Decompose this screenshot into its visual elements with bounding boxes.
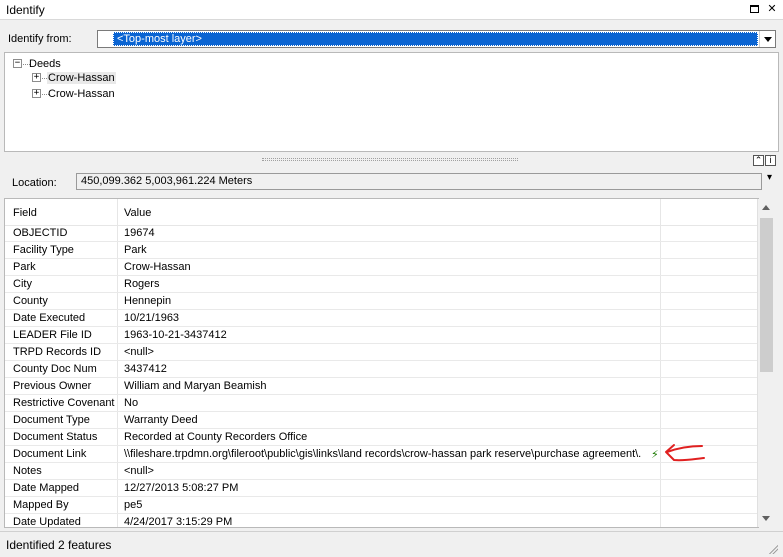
field-name: Notes bbox=[13, 465, 42, 477]
field-name: Date Mapped bbox=[13, 482, 80, 494]
field-name: TRPD Records ID bbox=[13, 346, 102, 358]
column-header-value[interactable]: Value bbox=[124, 207, 151, 219]
close-button[interactable]: ✕ bbox=[765, 3, 779, 16]
table-row[interactable]: Document Status Recorded at County Recor… bbox=[5, 429, 758, 446]
tree-label: Crow-Hassan bbox=[48, 88, 115, 100]
field-value: Crow-Hassan bbox=[124, 261, 191, 273]
document-link-value[interactable]: \\fileshare.trpdmn.org\fileroot\public\g… bbox=[124, 448, 641, 460]
table-row[interactable]: LEADER File ID 1963-10-21-3437412 bbox=[5, 327, 758, 344]
table-row[interactable]: Date Mapped 12/27/2013 5:08:27 PM bbox=[5, 480, 758, 497]
table-row[interactable]: Date Updated 4/24/2017 3:15:29 PM bbox=[5, 514, 758, 528]
attribute-grid: Field Value OBJECTID 19674 Facility Type… bbox=[4, 198, 759, 528]
expand-toggle-icon[interactable]: + bbox=[32, 73, 41, 82]
location-value: 450,099.362 5,003,961.224 Meters bbox=[76, 173, 762, 190]
collapse-pane-button[interactable]: ⌃ bbox=[753, 155, 764, 166]
field-value: Hennepin bbox=[124, 295, 172, 307]
field-name: Date Updated bbox=[13, 516, 81, 528]
field-name: Restrictive Covenant bbox=[13, 397, 115, 409]
table-row[interactable]: Previous Owner William and Maryan Beamis… bbox=[5, 378, 758, 395]
table-row[interactable]: City Rogers bbox=[5, 276, 758, 293]
double-chevron-up-icon: ⌃ bbox=[754, 155, 763, 165]
identify-from-label: Identify from: bbox=[8, 33, 72, 45]
expand-toggle-icon[interactable]: + bbox=[32, 89, 41, 98]
field-name: Previous Owner bbox=[13, 380, 92, 392]
collapse-toggle-icon[interactable]: − bbox=[13, 59, 22, 68]
pane-splitter[interactable] bbox=[262, 158, 518, 161]
location-menu-icon[interactable]: ▾ bbox=[767, 172, 772, 183]
field-value: <null> bbox=[124, 346, 154, 358]
field-value: 10/21/1963 bbox=[124, 312, 180, 324]
field-value: No bbox=[124, 397, 139, 409]
scroll-up-arrow-icon[interactable] bbox=[758, 199, 775, 216]
location-label: Location: bbox=[12, 177, 57, 189]
field-value: 1963-10-21-3437412 bbox=[124, 329, 227, 341]
field-value: 19674 bbox=[124, 227, 155, 239]
field-name: Date Executed bbox=[13, 312, 86, 324]
info-icon: i bbox=[769, 155, 772, 165]
field-value: Park bbox=[124, 244, 147, 256]
table-row[interactable]: Facility Type Park bbox=[5, 242, 758, 259]
window-title: Identify bbox=[6, 3, 45, 17]
field-name: LEADER File ID bbox=[13, 329, 92, 341]
field-value: pe5 bbox=[124, 499, 143, 511]
field-name: Facility Type bbox=[13, 244, 74, 256]
field-name: Mapped By bbox=[13, 499, 69, 511]
field-name: Document Link bbox=[13, 448, 87, 460]
table-row[interactable]: TRPD Records ID <null> bbox=[5, 344, 758, 361]
field-name: Document Status bbox=[13, 431, 98, 443]
table-row[interactable]: Park Crow-Hassan bbox=[5, 259, 758, 276]
identify-from-selected: <Top-most layer> bbox=[113, 32, 758, 46]
table-row[interactable]: County Hennepin bbox=[5, 293, 758, 310]
info-button[interactable]: i bbox=[765, 155, 776, 166]
lightning-bolt-icon[interactable]: ⚡ bbox=[651, 448, 659, 461]
field-value: 4/24/2017 3:15:29 PM bbox=[124, 516, 233, 528]
field-value: Warranty Deed bbox=[124, 414, 198, 426]
results-tree: − Deeds + Crow-Hassan + Crow-Hassan bbox=[4, 52, 779, 152]
resize-grip-icon[interactable] bbox=[768, 544, 778, 554]
maximize-button[interactable] bbox=[747, 3, 761, 16]
tree-row-feature[interactable]: + Crow-Hassan bbox=[32, 87, 152, 101]
scroll-down-arrow-icon[interactable] bbox=[758, 510, 775, 527]
field-value: William and Maryan Beamish bbox=[124, 380, 267, 392]
field-value: 3437412 bbox=[124, 363, 167, 375]
tree-row-feature[interactable]: + Crow-Hassan bbox=[32, 71, 152, 85]
table-row[interactable]: Date Executed 10/21/1963 bbox=[5, 310, 758, 327]
table-row[interactable]: Mapped By pe5 bbox=[5, 497, 758, 514]
maximize-icon bbox=[749, 5, 759, 13]
field-value: 12/27/2013 5:08:27 PM bbox=[124, 482, 239, 494]
field-name: City bbox=[13, 278, 32, 290]
table-row[interactable]: Restrictive Covenant No bbox=[5, 395, 758, 412]
identify-from-dropdown[interactable]: <Top-most layer> bbox=[97, 30, 776, 48]
field-name: Park bbox=[13, 261, 36, 273]
table-row[interactable]: Document Type Warranty Deed bbox=[5, 412, 758, 429]
field-name: County Doc Num bbox=[13, 363, 97, 375]
column-header-field[interactable]: Field bbox=[13, 207, 37, 219]
status-text: Identified 2 features bbox=[6, 538, 112, 552]
field-value: <null> bbox=[124, 465, 154, 477]
tree-row-deeds[interactable]: − Deeds bbox=[13, 58, 133, 72]
table-row[interactable]: Document Link \\fileshare.trpdmn.org\fil… bbox=[5, 446, 758, 463]
table-row[interactable]: OBJECTID 19674 bbox=[5, 225, 758, 242]
red-arrow-annotation bbox=[665, 444, 705, 462]
table-row[interactable]: County Doc Num 3437412 bbox=[5, 361, 758, 378]
dropdown-arrow-icon[interactable] bbox=[759, 31, 775, 47]
tree-label: Deeds bbox=[29, 58, 61, 70]
title-bar: Identify ✕ bbox=[0, 0, 783, 20]
status-bar: Identified 2 features bbox=[0, 531, 783, 557]
close-icon: ✕ bbox=[767, 3, 777, 15]
scrollbar-thumb[interactable] bbox=[760, 218, 773, 372]
table-row[interactable]: Notes <null> bbox=[5, 463, 758, 480]
tree-label: Crow-Hassan bbox=[47, 72, 116, 84]
field-value: Rogers bbox=[124, 278, 160, 290]
field-value: Recorded at County Recorders Office bbox=[124, 431, 308, 443]
field-name: County bbox=[13, 295, 48, 307]
vertical-scrollbar[interactable] bbox=[757, 199, 775, 527]
field-name: Document Type bbox=[13, 414, 90, 426]
field-name: OBJECTID bbox=[13, 227, 68, 239]
